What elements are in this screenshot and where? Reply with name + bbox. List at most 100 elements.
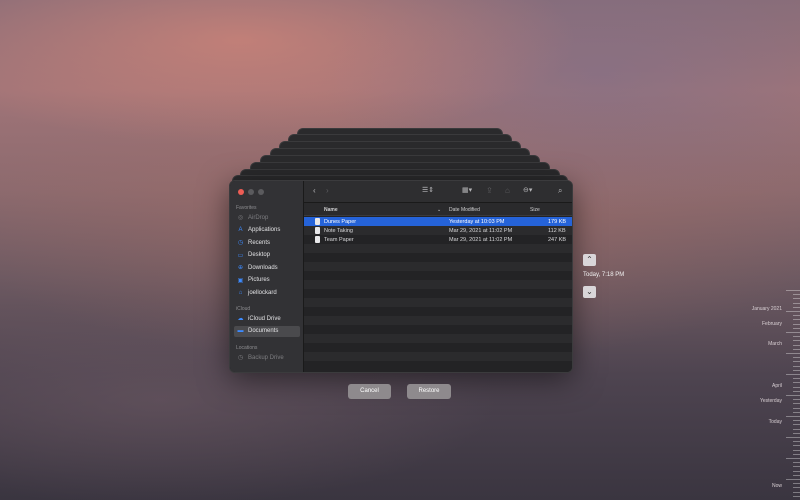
sidebar-item-applications[interactable]: A Applications xyxy=(234,225,300,236)
timeline-tick xyxy=(793,411,800,413)
locations-heading: Locations xyxy=(236,345,258,351)
timeline-tick xyxy=(793,449,800,451)
file-date: Yesterday at 10:03 PM xyxy=(449,218,505,225)
date-column-header[interactable]: Date Modified xyxy=(449,207,480,213)
timeline-tick xyxy=(793,344,800,346)
group-icon[interactable]: ▦▾ xyxy=(462,186,472,196)
timeline-tick xyxy=(786,479,800,480)
timeline-tick xyxy=(786,332,800,333)
empty-row xyxy=(304,271,572,280)
empty-row xyxy=(304,253,572,262)
timeline-tick xyxy=(793,470,800,472)
close-button[interactable] xyxy=(238,189,244,195)
timeline-label[interactable]: Today xyxy=(769,419,782,425)
minimize-button[interactable] xyxy=(248,189,254,195)
timeline-label[interactable]: January 2021 xyxy=(752,306,782,312)
timeline-tick xyxy=(793,323,800,325)
sidebar-item-label: Pictures xyxy=(248,277,270,283)
sidebar-item-downloads[interactable]: ⊕ Downloads xyxy=(234,262,300,273)
empty-row xyxy=(304,280,572,289)
file-list: Name ⌄ Date Modified Size Dunes Paper Yes… xyxy=(304,203,572,372)
timeline-label[interactable]: February xyxy=(762,321,782,327)
timeline-tick xyxy=(793,378,800,380)
restore-button[interactable]: Restore xyxy=(407,384,451,399)
timeline-tick xyxy=(793,403,800,405)
empty-row xyxy=(304,316,572,325)
tag-icon[interactable]: ⌂ xyxy=(505,186,510,196)
sidebar-item-desktop[interactable]: ▭ Desktop xyxy=(234,250,300,261)
timeline-tick xyxy=(786,353,800,354)
empty-row xyxy=(304,352,572,361)
chevron-up-icon[interactable]: ⌃ xyxy=(583,254,596,266)
timeline-tick xyxy=(793,441,800,443)
file-name: Dunes Paper xyxy=(324,218,357,225)
clock-icon: ◷ xyxy=(237,240,244,246)
timeline-tick xyxy=(793,424,800,426)
size-column-header[interactable]: Size xyxy=(530,207,540,213)
timeline-tick xyxy=(793,495,800,497)
sidebar-item-pictures[interactable]: ▣ Pictures xyxy=(234,275,300,286)
file-date: Mar 29, 2021 at 11:02 PM xyxy=(449,227,513,234)
table-row[interactable]: Dunes Paper Yesterday at 10:03 PM 179 KB xyxy=(304,217,572,226)
timeline-tick xyxy=(793,386,800,388)
sidebar-item-airdrop[interactable]: ◎ AirDrop xyxy=(234,212,300,223)
empty-row xyxy=(304,244,572,253)
search-icon[interactable]: ⌕ xyxy=(558,186,562,196)
timeline-label[interactable]: Now xyxy=(772,483,782,489)
sidebar-item-icloud-drive[interactable]: ☁ iCloud Drive xyxy=(234,313,300,324)
folder-icon: ▬ xyxy=(237,328,244,334)
sidebar-item-label: Recents xyxy=(248,239,271,246)
list-view-icon[interactable]: ☰⇕ xyxy=(422,186,434,196)
sidebar-item-label: joellockard xyxy=(248,289,277,296)
timeline-label[interactable]: April xyxy=(772,383,782,389)
timeline-tick xyxy=(793,340,800,342)
table-row[interactable]: Team Paper Mar 29, 2021 at 11:02 PM 247 KB xyxy=(304,235,572,244)
timeline-tick xyxy=(793,453,800,455)
timeline-tick xyxy=(793,399,800,401)
empty-row xyxy=(304,262,572,271)
finder-window: Favorites ◎ AirDrop A Applications ◷ Recents ▭… xyxy=(229,180,573,373)
timeline-tick xyxy=(793,428,800,430)
timeline-tick xyxy=(793,474,800,476)
sidebar-item-label: iCloud Drive xyxy=(248,315,281,322)
timeline-tick xyxy=(793,382,800,384)
timeline-tick xyxy=(786,374,800,375)
cloud-icon: ☁ xyxy=(237,316,244,322)
timeline-tick xyxy=(793,390,800,392)
timeline-tick xyxy=(793,348,800,350)
chevron-down-icon[interactable]: ⌄ xyxy=(583,286,596,298)
file-date: Mar 29, 2021 at 11:02 PM xyxy=(449,236,513,243)
window-controls xyxy=(238,189,264,195)
timeline-tick xyxy=(793,336,800,338)
back-icon[interactable]: ‹ xyxy=(313,186,316,196)
sidebar-item-joellockard[interactable]: ⌂ joellockard xyxy=(234,287,300,298)
file-size: 112 KB xyxy=(548,227,566,234)
timeline-tick xyxy=(793,294,800,296)
timeline-tick xyxy=(793,462,800,464)
action-menu-icon[interactable]: ⊖▾ xyxy=(523,186,532,196)
table-row[interactable]: Note Taking Mar 29, 2021 at 11:02 PM 112 K… xyxy=(304,226,572,235)
sidebar-item-label: AirDrop xyxy=(248,214,269,221)
empty-row xyxy=(304,289,572,298)
file-name: Team Paper xyxy=(324,236,354,243)
timeline-tick xyxy=(793,327,800,329)
empty-row xyxy=(304,325,572,334)
timeline-label[interactable]: Yesterday xyxy=(760,398,782,404)
name-column-header[interactable]: Name xyxy=(324,207,338,213)
zoom-button[interactable] xyxy=(258,189,264,195)
timeline-label[interactable]: March xyxy=(768,341,782,347)
share-icon[interactable]: ⇪ xyxy=(486,186,493,196)
timeline[interactable]: January 2021 February March April Yesterday T… xyxy=(740,290,800,500)
home-icon: ⌂ xyxy=(238,289,243,296)
timeline-tick xyxy=(793,306,800,308)
document-icon xyxy=(315,227,320,234)
forward-icon[interactable]: › xyxy=(326,186,329,196)
empty-row xyxy=(304,361,572,370)
cancel-button[interactable]: Cancel xyxy=(348,384,391,399)
sidebar-item-documents[interactable]: ▬ Documents xyxy=(234,325,300,337)
timeline-tick xyxy=(793,432,800,434)
clock-icon: ◷ xyxy=(237,355,244,361)
sidebar-item-recents[interactable]: ◷ Recents xyxy=(234,237,300,248)
sidebar-item-backup-drive[interactable]: ◷ Backup Drive xyxy=(234,352,300,363)
empty-row xyxy=(304,298,572,307)
